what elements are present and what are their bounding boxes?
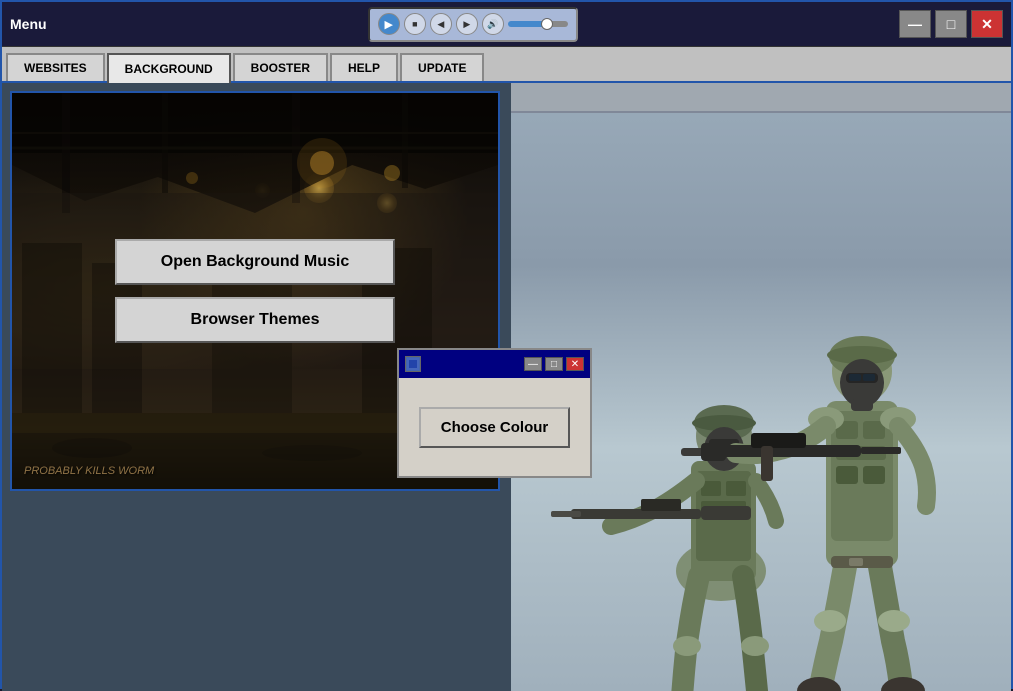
tab-help[interactable]: HELP xyxy=(330,53,398,81)
open-bg-music-button[interactable]: Open Background Music xyxy=(115,239,395,285)
app-title: Menu xyxy=(10,16,47,32)
title-bar: Menu ▶ ■ ◀ ▶ 🔊 — □ ✕ xyxy=(2,2,1011,47)
colour-dialog-controls: — □ ✕ xyxy=(524,357,584,371)
volume-slider[interactable] xyxy=(508,21,568,27)
colour-dialog-close[interactable]: ✕ xyxy=(566,357,584,371)
tab-background[interactable]: BACKGROUND xyxy=(107,53,231,83)
prev-button[interactable]: ◀ xyxy=(430,13,452,35)
volume-thumb xyxy=(541,18,553,30)
title-bar-controls: — □ ✕ xyxy=(899,10,1003,38)
bg-watermark: PROBABLY KILLS WORM xyxy=(24,465,154,477)
stop-button[interactable]: ■ xyxy=(404,13,426,35)
choose-colour-button[interactable]: Choose Colour xyxy=(419,407,571,448)
tab-update[interactable]: UPDATE xyxy=(400,53,484,81)
colour-dialog-titlebar: — □ ✕ xyxy=(399,350,590,378)
colour-dialog: — □ ✕ Choose Colour xyxy=(397,348,592,478)
next-button[interactable]: ▶ xyxy=(456,13,478,35)
colour-dialog-maximize[interactable]: □ xyxy=(545,357,563,371)
close-button[interactable]: ✕ xyxy=(971,10,1003,38)
media-player: ▶ ■ ◀ ▶ 🔊 xyxy=(368,7,578,42)
browser-themes-button[interactable]: Browser Themes xyxy=(115,297,395,343)
colour-dialog-body: Choose Colour xyxy=(399,378,590,476)
main-window: Menu ▶ ■ ◀ ▶ 🔊 — □ ✕ WEBSITES BACKGROUND… xyxy=(0,0,1013,689)
nav-tabs: WEBSITES BACKGROUND BOOSTER HELP UPDATE xyxy=(2,47,1011,83)
volume-icon: 🔊 xyxy=(482,13,504,35)
content-area: Open Background Music Browser Themes PRO… xyxy=(2,83,1011,691)
bg-panel-buttons: Open Background Music Browser Themes xyxy=(115,239,395,343)
play-button[interactable]: ▶ xyxy=(378,13,400,35)
colour-dialog-icon xyxy=(405,356,421,372)
tab-booster[interactable]: BOOSTER xyxy=(233,53,328,81)
maximize-button[interactable]: □ xyxy=(935,10,967,38)
minimize-button[interactable]: — xyxy=(899,10,931,38)
colour-dialog-minimize[interactable]: — xyxy=(524,357,542,371)
title-bar-left: Menu xyxy=(10,16,47,32)
tab-websites[interactable]: WEBSITES xyxy=(6,53,105,81)
